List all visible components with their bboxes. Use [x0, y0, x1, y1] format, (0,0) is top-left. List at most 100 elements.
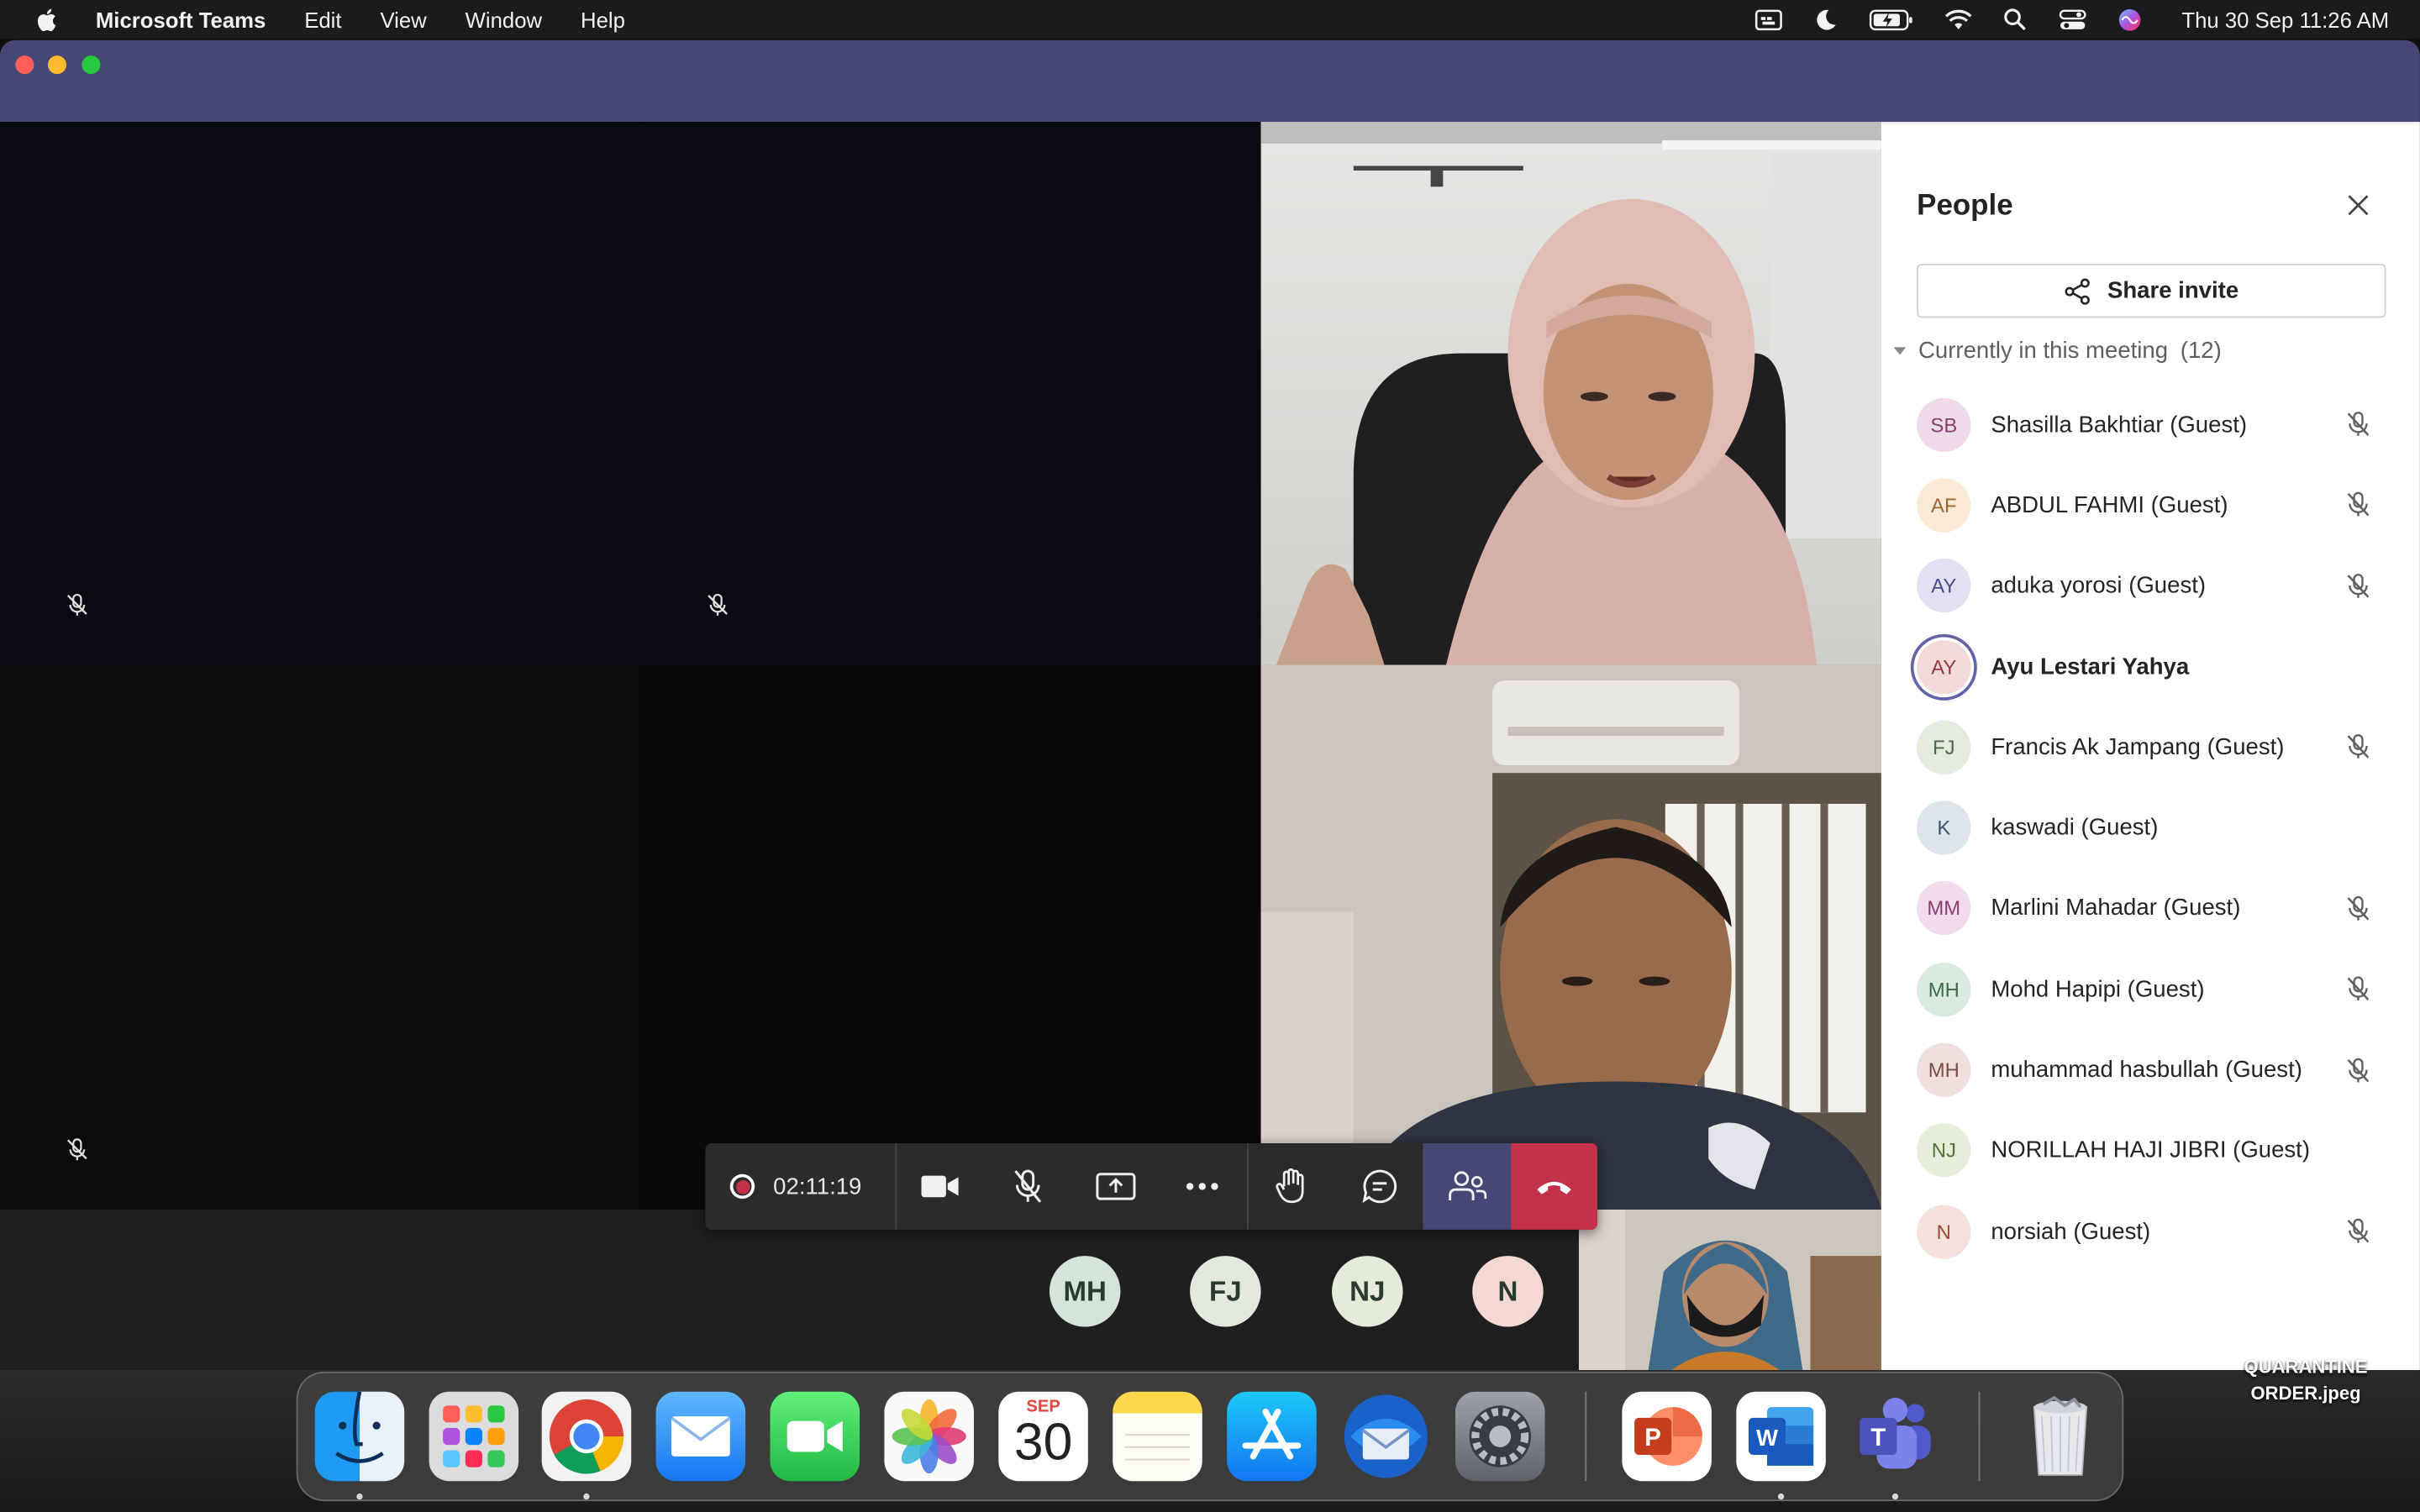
participant-name: kaswadi (Guest) [1991, 815, 2159, 842]
video-tile[interactable] [0, 122, 639, 665]
mail-icon[interactable] [655, 1391, 746, 1482]
strip-avatar[interactable]: N [1472, 1256, 1544, 1327]
facetime-icon[interactable] [770, 1391, 860, 1482]
mic-off-icon [2344, 733, 2372, 761]
participant-name: Marlini Mahadar (Guest) [1991, 895, 2241, 922]
participant-row[interactable]: FJ Francis Ak Jampang (Guest) [1881, 707, 2420, 788]
control-center-icon[interactable] [2058, 5, 2086, 33]
chat-button[interactable] [1336, 1143, 1423, 1230]
participant-row[interactable]: MH muhammad hasbullah (Guest) [1881, 1030, 2420, 1110]
menu-app-name[interactable]: Microsoft Teams [96, 7, 266, 31]
participant-strip: MH FJ NJ N [0, 1209, 1881, 1370]
participant-name: aduka yorosi (Guest) [1991, 572, 2207, 600]
participant-row[interactable]: Nnorsiah (Guest) [1881, 1191, 2420, 1272]
more-ellipsis-icon [1186, 1183, 1219, 1190]
window-zoom-button[interactable] [82, 55, 101, 75]
participant-name: NORILLAH HAJI JIBRI (Guest) [1991, 1137, 2311, 1164]
chat-bubble-icon [1362, 1169, 1397, 1204]
window-close-button[interactable] [15, 55, 34, 75]
powerpoint-icon[interactable]: P [1622, 1391, 1712, 1482]
meeting-participants-section[interactable]: Currently in this meeting (12) [1893, 338, 2222, 364]
menu-bar: Microsoft Teams Edit View Window Help Th… [0, 0, 2420, 39]
people-panel-title: People [1917, 189, 2013, 223]
menu-edit[interactable]: Edit [304, 7, 341, 31]
chrome-icon[interactable] [541, 1391, 632, 1482]
self-view-video[interactable] [1578, 1209, 1881, 1370]
video-tile[interactable] [0, 664, 639, 1210]
menu-view[interactable]: View [380, 7, 426, 31]
participant-row[interactable]: SB Shasilla Bakhtiar (Guest) [1881, 384, 2420, 465]
desktop-file[interactable]: QUARANTINE ORDER.jpeg [2228, 1355, 2383, 1407]
window-minimize-button[interactable] [47, 55, 66, 75]
word-icon[interactable]: W [1736, 1391, 1826, 1482]
mic-off-icon [66, 593, 87, 616]
finder-icon[interactable] [314, 1391, 405, 1482]
siri-icon[interactable] [2115, 5, 2143, 33]
strip-avatar[interactable]: NJ [1332, 1256, 1403, 1327]
menubar-clock[interactable]: Thu 30 Sep 11:26 AM [2181, 7, 2389, 31]
participant-name: Mohd Hapipi (Guest) [1991, 976, 2205, 1003]
raise-hand-icon [1276, 1168, 1304, 1204]
menu-window[interactable]: Window [466, 7, 542, 31]
running-indicator [356, 1493, 363, 1500]
svg-text:W: W [1756, 1425, 1778, 1451]
mic-off-icon [2344, 975, 2372, 1003]
video-tile[interactable] [639, 122, 1261, 665]
thunderbird-icon[interactable] [1341, 1392, 1431, 1482]
app-store-icon[interactable] [1227, 1391, 1317, 1482]
participant-avatar: AF [1917, 478, 1971, 533]
trash-icon[interactable] [2016, 1392, 2106, 1482]
participant-row[interactable]: NJ NORILLAH HAJI JIBRI (Guest) [1881, 1110, 2420, 1191]
spotlight-search-icon[interactable] [2001, 5, 2028, 33]
participant-avatar: K [1917, 801, 1971, 855]
participant-avatar: SB [1917, 397, 1971, 452]
share-screen-button[interactable] [1071, 1143, 1159, 1230]
participant-name: Ayu Lestari Yahya [1991, 653, 2190, 680]
recording-indicator[interactable]: 02:11:19 [705, 1142, 897, 1230]
participant-row[interactable]: AY Ayu Lestari Yahya [1881, 626, 2420, 706]
input-source-icon[interactable] [1754, 5, 1782, 33]
participant-row[interactable]: MH Mohd Hapipi (Guest) [1881, 949, 2420, 1030]
participant-name: Shasilla Bakhtiar (Guest) [1991, 411, 2248, 438]
mute-toggle-button[interactable] [984, 1143, 1071, 1230]
more-actions-button[interactable] [1159, 1143, 1246, 1230]
launchpad-icon[interactable] [429, 1391, 519, 1482]
participant-row[interactable]: AF ABDUL FAHMI (Guest) [1881, 465, 2420, 545]
mic-off-icon [2344, 1217, 2372, 1245]
raise-hand-button[interactable] [1249, 1143, 1336, 1230]
video-tile-participant-2[interactable] [1260, 664, 1881, 1210]
system-preferences-icon[interactable] [1455, 1391, 1545, 1482]
participant-avatar: NJ [1917, 1123, 1971, 1178]
share-invite-button[interactable]: Share invite [1917, 264, 2386, 318]
meeting-stage: MH FJ NJ N 02:11:19 [0, 122, 1881, 1370]
participant-row[interactable]: Kkaswadi (Guest) [1881, 788, 2420, 869]
calendar-icon[interactable]: SEP 30 [998, 1391, 1088, 1482]
teams-window: MH FJ NJ N 02:11:19 People Share invite … [0, 39, 2420, 1370]
notes-icon[interactable] [1113, 1391, 1202, 1482]
video-tile-participant-1[interactable] [1260, 122, 1881, 665]
photos-icon[interactable] [884, 1391, 974, 1482]
battery-icon[interactable] [1869, 5, 1915, 33]
camera-toggle-button[interactable] [896, 1143, 983, 1230]
self-view-video-image [1578, 1209, 1881, 1370]
teams-icon[interactable]: T [1850, 1392, 1940, 1482]
moon-icon[interactable] [1812, 5, 1839, 33]
strip-avatar[interactable]: FJ [1190, 1256, 1261, 1327]
video-tile[interactable] [639, 664, 1261, 1210]
record-dot-icon [729, 1173, 755, 1200]
participant-avatar: AY [1917, 639, 1971, 694]
menu-help[interactable]: Help [581, 7, 625, 31]
participant-video-2 [1260, 664, 1881, 1210]
chevron-down-icon [1893, 346, 1907, 354]
people-panel: People Share invite Currently in this me… [1881, 122, 2420, 1370]
strip-avatar[interactable]: MH [1049, 1256, 1121, 1327]
wifi-icon[interactable] [1944, 5, 1972, 33]
apple-menu-icon[interactable] [34, 5, 61, 33]
dock: SEP 30 P W T [296, 1371, 2124, 1502]
participant-row[interactable]: AY aduka yorosi (Guest) [1881, 545, 2420, 626]
mic-off-icon [2344, 1056, 2372, 1084]
show-participants-button[interactable] [1423, 1142, 1512, 1230]
participant-row[interactable]: MM Marlini Mahadar (Guest) [1881, 869, 2420, 949]
close-icon[interactable] [2344, 192, 2372, 219]
leave-call-button[interactable] [1511, 1142, 1597, 1230]
